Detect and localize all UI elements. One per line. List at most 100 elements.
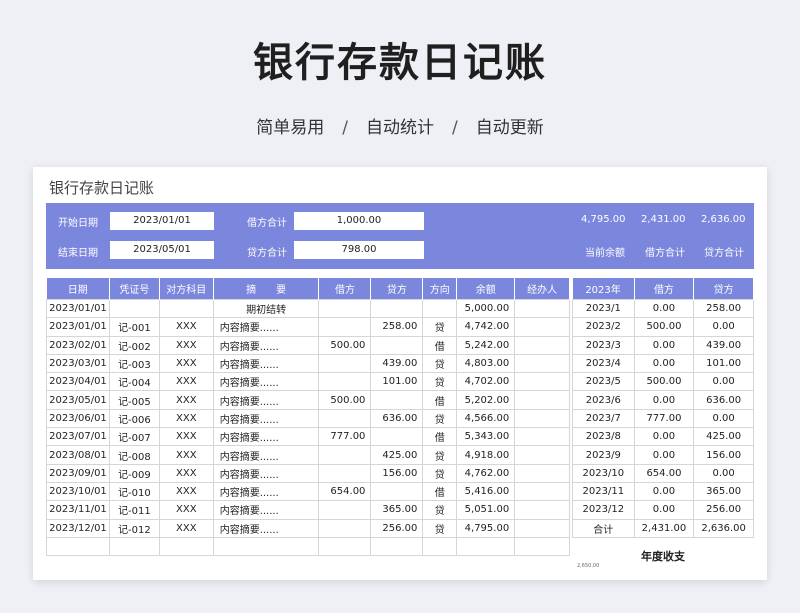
table-cell[interactable]: XXX — [158, 372, 214, 392]
table-cell[interactable]: 0.00 — [633, 335, 695, 355]
table-cell[interactable] — [318, 408, 372, 429]
table-cell[interactable]: 101.00 — [370, 372, 424, 392]
table-cell[interactable]: 记-002 — [108, 335, 160, 355]
table-cell[interactable]: 内容摘要...... — [212, 372, 320, 392]
table-cell[interactable]: 2023/02/01 — [46, 335, 110, 355]
table-cell[interactable]: 777.00 — [318, 427, 372, 447]
table-cell[interactable]: 0.00 — [693, 463, 754, 483]
table-cell[interactable]: 2023/01/01 — [46, 298, 110, 319]
table-cell[interactable]: 内容摘要...... — [212, 390, 320, 410]
table-cell[interactable] — [514, 463, 570, 483]
table-cell[interactable]: 4,566.00 — [456, 408, 516, 429]
table-cell[interactable]: 4,918.00 — [456, 445, 516, 465]
table-cell[interactable]: 4,803.00 — [456, 353, 516, 374]
table-cell[interactable] — [158, 536, 214, 557]
table-cell[interactable]: 借 — [422, 390, 458, 410]
table-cell[interactable]: 记-004 — [108, 372, 160, 392]
table-cell[interactable]: 636.00 — [693, 390, 754, 410]
table-cell[interactable] — [318, 298, 372, 319]
table-cell[interactable]: 258.00 — [370, 317, 424, 337]
table-cell[interactable]: 256.00 — [693, 500, 754, 520]
table-cell[interactable]: 5,242.00 — [456, 335, 516, 355]
table-cell[interactable] — [318, 500, 372, 520]
table-cell[interactable] — [514, 408, 570, 429]
table-cell[interactable]: 内容摘要...... — [212, 463, 320, 483]
table-cell[interactable]: 2023/12/01 — [46, 518, 110, 538]
table-cell[interactable] — [318, 536, 372, 557]
table-cell[interactable]: 500.00 — [633, 372, 695, 392]
table-cell[interactable]: 2023/7 — [572, 408, 635, 429]
table-cell[interactable] — [318, 317, 372, 337]
table-cell[interactable]: 2,431.00 — [633, 518, 695, 538]
table-cell[interactable]: 记-005 — [108, 390, 160, 410]
table-cell[interactable]: 借 — [422, 481, 458, 502]
table-cell[interactable]: 记-001 — [108, 317, 160, 337]
table-cell[interactable]: 2023/3 — [572, 335, 635, 355]
table-cell[interactable]: 4,742.00 — [456, 317, 516, 337]
table-cell[interactable] — [212, 536, 320, 557]
table-cell[interactable] — [318, 353, 372, 374]
table-cell[interactable] — [422, 298, 458, 319]
table-cell[interactable]: 2023/9 — [572, 445, 635, 465]
table-cell[interactable]: XXX — [158, 390, 214, 410]
table-cell[interactable]: 记-006 — [108, 408, 160, 429]
table-cell[interactable] — [318, 445, 372, 465]
table-cell[interactable]: 101.00 — [693, 353, 754, 374]
table-cell[interactable]: 2023/12 — [572, 500, 635, 520]
table-cell[interactable] — [370, 536, 424, 557]
table-cell[interactable] — [318, 372, 372, 392]
table-cell[interactable]: 2023/03/01 — [46, 353, 110, 374]
table-cell[interactable]: 记-007 — [108, 427, 160, 447]
table-cell[interactable]: 贷 — [422, 317, 458, 337]
end-date-field[interactable]: 2023/05/01 — [110, 241, 214, 259]
table-cell[interactable]: 内容摘要...... — [212, 408, 320, 429]
table-cell[interactable]: 2023/8 — [572, 427, 635, 447]
table-cell[interactable]: 2023/11/01 — [46, 500, 110, 520]
table-cell[interactable]: 记-010 — [108, 481, 160, 502]
table-cell[interactable]: 500.00 — [318, 335, 372, 355]
table-cell[interactable]: 439.00 — [370, 353, 424, 374]
table-cell[interactable]: 借 — [422, 335, 458, 355]
table-cell[interactable]: 贷 — [422, 518, 458, 538]
table-cell[interactable]: 2023/04/01 — [46, 372, 110, 392]
start-date-field[interactable]: 2023/01/01 — [110, 212, 214, 230]
table-cell[interactable] — [514, 481, 570, 502]
table-cell[interactable]: 4,762.00 — [456, 463, 516, 483]
table-cell[interactable]: 654.00 — [318, 481, 372, 502]
table-cell[interactable]: 0.00 — [633, 390, 695, 410]
table-cell[interactable] — [370, 390, 424, 410]
table-cell[interactable] — [456, 536, 516, 557]
table-cell[interactable] — [108, 536, 160, 557]
table-cell[interactable]: 5,051.00 — [456, 500, 516, 520]
table-cell[interactable]: 0.00 — [633, 500, 695, 520]
table-cell[interactable]: 2023/11 — [572, 481, 635, 502]
debit-total-field[interactable]: 1,000.00 — [294, 212, 424, 230]
table-cell[interactable]: 0.00 — [633, 481, 695, 502]
table-cell[interactable] — [46, 536, 110, 557]
table-cell[interactable]: 2023/06/01 — [46, 408, 110, 429]
table-cell[interactable]: 2023/09/01 — [46, 463, 110, 483]
table-cell[interactable]: XXX — [158, 445, 214, 465]
table-cell[interactable]: 2023/07/01 — [46, 427, 110, 447]
table-cell[interactable]: 0.00 — [633, 427, 695, 447]
table-cell[interactable]: 4,795.00 — [456, 518, 516, 538]
table-cell[interactable]: XXX — [158, 317, 214, 337]
table-cell[interactable] — [422, 536, 458, 557]
table-cell[interactable]: 2023/4 — [572, 353, 635, 374]
table-cell[interactable]: 贷 — [422, 353, 458, 374]
table-cell[interactable]: 2023/01/01 — [46, 317, 110, 337]
table-cell[interactable] — [370, 481, 424, 502]
table-cell[interactable] — [514, 445, 570, 465]
table-cell[interactable]: 0.00 — [633, 353, 695, 374]
table-cell[interactable]: 0.00 — [633, 445, 695, 465]
table-cell[interactable]: 256.00 — [370, 518, 424, 538]
table-cell[interactable] — [318, 518, 372, 538]
table-cell[interactable] — [318, 463, 372, 483]
table-cell[interactable]: 156.00 — [370, 463, 424, 483]
table-cell[interactable]: 内容摘要...... — [212, 500, 320, 520]
table-cell[interactable]: 500.00 — [318, 390, 372, 410]
table-cell[interactable]: 借 — [422, 427, 458, 447]
table-cell[interactable] — [158, 298, 214, 319]
table-cell[interactable]: 4,702.00 — [456, 372, 516, 392]
table-cell[interactable]: 内容摘要...... — [212, 445, 320, 465]
